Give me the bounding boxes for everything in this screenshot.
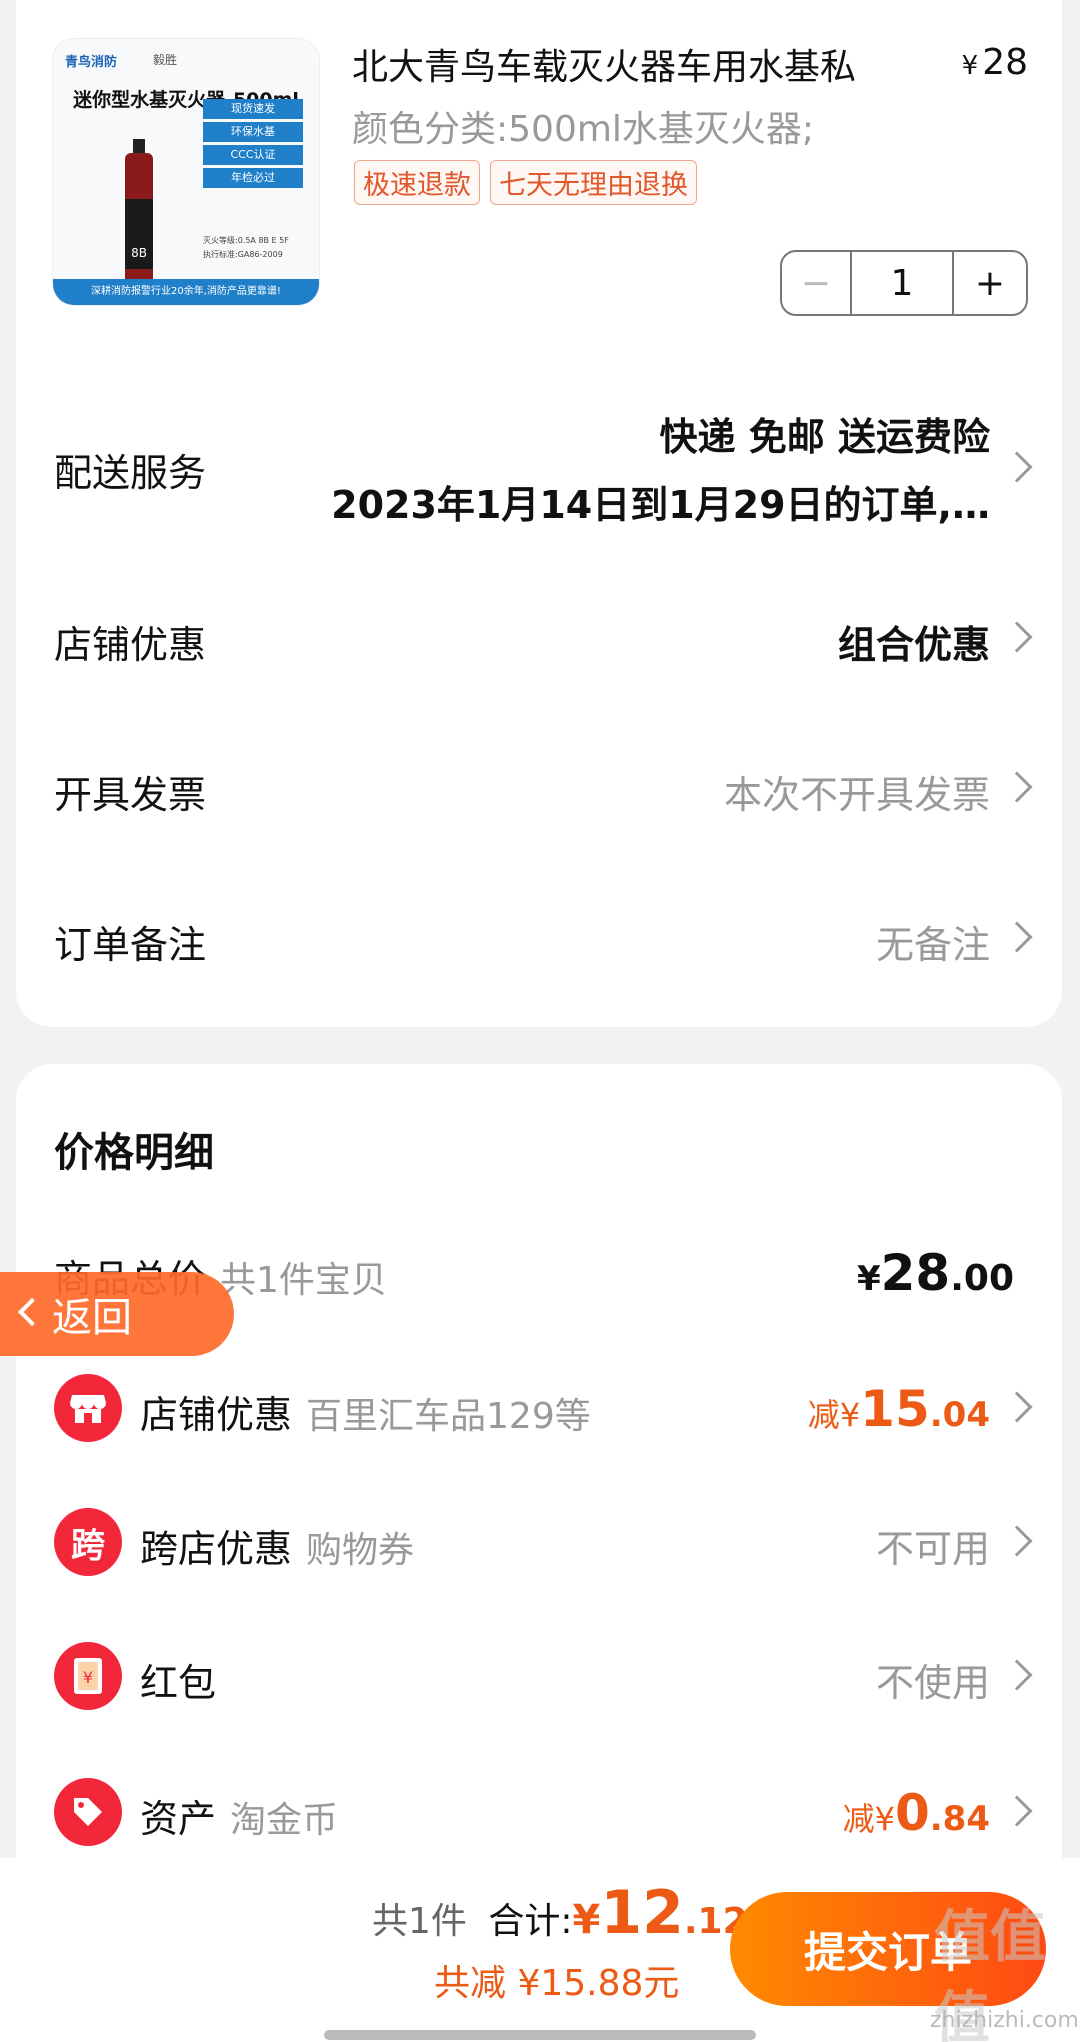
tag-icon: [54, 1778, 122, 1846]
chevron-left-icon: [17, 1297, 47, 1327]
amount-prefix: 减: [807, 1396, 840, 1434]
amount-dec: .04: [929, 1395, 990, 1435]
shop-discount-amount[interactable]: 减¥15.04: [808, 1380, 990, 1438]
shop-discount-sub: 百里汇车品129等: [306, 1396, 591, 1437]
assets-amount[interactable]: 减¥0.84: [843, 1784, 990, 1842]
currency-symbol: ¥: [961, 51, 979, 81]
amount-int: 0: [894, 1784, 930, 1842]
image-feature: 环保水基: [203, 122, 303, 142]
extinguisher-icon: 8B: [125, 139, 153, 289]
watermark-url: zhizhizhi.com: [930, 2008, 1079, 2033]
amount-dec: .00: [950, 1258, 1014, 1299]
delivery-line2[interactable]: 2023年1月14日到1月29日的订单,…: [331, 474, 990, 529]
assets-sub: 淘金币: [230, 1800, 339, 1841]
delivery-label[interactable]: 配送服务: [54, 442, 206, 497]
quantity-stepper[interactable]: − 1 +: [780, 250, 1028, 316]
image-brand2: 毅胜: [153, 53, 178, 67]
product-price: ¥28: [962, 42, 1028, 83]
delivery-line1[interactable]: 快递 免邮 送运费险: [660, 406, 990, 461]
amount-dec: .84: [929, 1799, 990, 1839]
checkout-bar: 共1件 合计:¥12.12 共减 ¥15.88元 提交订单: [0, 1858, 1080, 2042]
checkout-total: 共1件 合计:¥12.12: [372, 1878, 748, 1948]
assets-label: 资产: [140, 1797, 217, 1841]
image-footer: 深耕消防报警行业20余年,消防产品更靠谱!: [53, 279, 319, 305]
bottle-label: 8B: [131, 246, 147, 260]
currency-symbol: ¥: [856, 1259, 881, 1299]
total-label: 合计:: [488, 1901, 573, 1942]
shop-discount-value[interactable]: 组合优惠: [838, 614, 990, 669]
price-value: 28: [982, 42, 1028, 83]
currency-symbol: ¥: [874, 1800, 895, 1838]
currency-symbol: ¥: [839, 1396, 861, 1434]
product-title[interactable]: 北大青鸟车载灭火器车用水基私: [352, 38, 912, 90]
red-packet-value[interactable]: 不使用: [876, 1652, 990, 1707]
image-spec: 执行标准:GA86-2009: [203, 250, 283, 259]
assets-row[interactable]: 资产 淘金币: [140, 1788, 338, 1843]
amount-int: 28: [880, 1244, 951, 1302]
shop-icon: [54, 1374, 122, 1442]
product-variant[interactable]: 颜色分类:500ml水基灭火器;: [352, 100, 814, 152]
product-image[interactable]: 青鸟消防 毅胜 迷你型水基灭火器-500ml 8B 现货速发 环保水基 CCC认…: [52, 38, 320, 306]
back-button[interactable]: 返回: [0, 1272, 234, 1356]
note-value[interactable]: 无备注: [876, 914, 990, 969]
amount-int: 15: [860, 1380, 930, 1438]
tag-7day-return: 七天无理由退换: [490, 160, 697, 205]
currency-symbol: ¥: [572, 1897, 601, 1943]
price-detail-title: 价格明细: [54, 1130, 214, 1176]
cross-store-row[interactable]: 跨店优惠 购物券: [140, 1518, 414, 1573]
cross-store-value[interactable]: 不可用: [876, 1518, 990, 1573]
item-count: 共1件: [372, 1901, 467, 1942]
red-packet-glyph: ¥: [83, 1668, 93, 1687]
cross-store-label: 跨店优惠: [140, 1527, 293, 1571]
total-int: 12: [600, 1878, 684, 1948]
red-packet-icon: ¥: [54, 1642, 122, 1710]
image-feature: 年检必过: [203, 168, 303, 188]
service-tags: 极速退款 七天无理由退换: [354, 160, 697, 205]
amount-prefix: 减: [842, 1800, 875, 1838]
back-label: 返回: [52, 1295, 132, 1341]
total-saved: 共减 ¥15.88元: [434, 1963, 680, 2004]
invoice-label[interactable]: 开具发票: [54, 764, 206, 819]
shop-discount-row[interactable]: 店铺优惠 百里汇车品129等: [140, 1384, 591, 1439]
cross-store-icon: 跨: [54, 1508, 122, 1576]
total-amount: ¥28.00: [857, 1244, 1014, 1302]
shop-discount-label[interactable]: 店铺优惠: [54, 614, 206, 669]
invoice-value[interactable]: 本次不开具发票: [724, 764, 990, 819]
note-label[interactable]: 订单备注: [54, 914, 206, 969]
red-packet-label[interactable]: 红包: [140, 1652, 216, 1707]
image-spec: 灭火等级:0.5A 8B E 5F: [203, 236, 289, 245]
decrease-button[interactable]: −: [782, 252, 852, 314]
tag-fast-refund: 极速退款: [354, 160, 480, 205]
image-feature: CCC认证: [203, 145, 303, 165]
image-brand: 青鸟消防: [65, 55, 118, 70]
shop-discount-label: 店铺优惠: [140, 1393, 293, 1437]
increase-button[interactable]: +: [954, 252, 1026, 314]
quantity-value[interactable]: 1: [852, 252, 954, 314]
image-feature: 现货速发: [203, 99, 303, 119]
total-sub: 共1件宝贝: [220, 1260, 387, 1301]
cross-store-sub: 购物券: [306, 1530, 415, 1571]
home-indicator[interactable]: [324, 2030, 756, 2040]
